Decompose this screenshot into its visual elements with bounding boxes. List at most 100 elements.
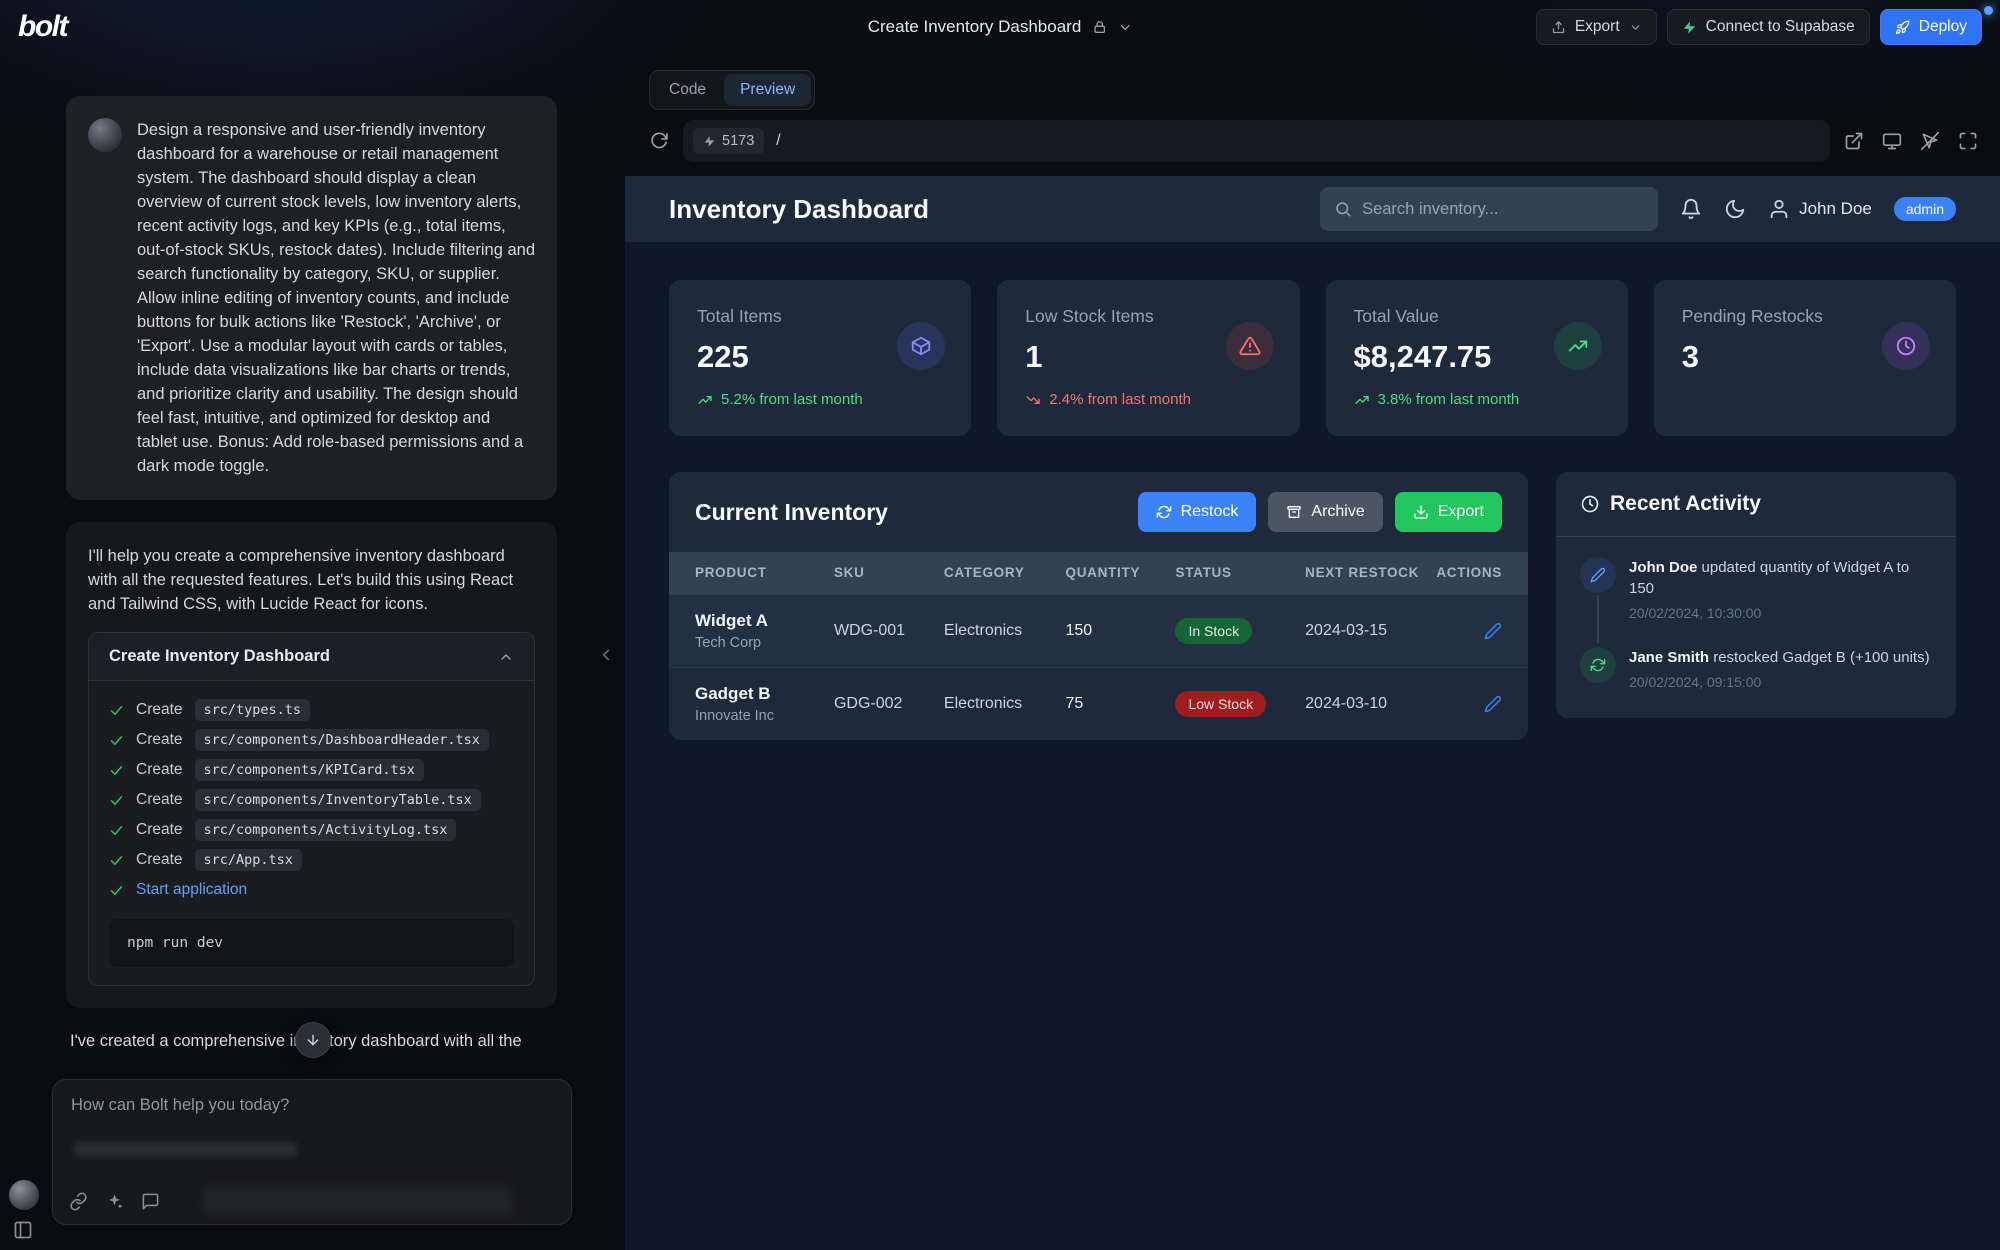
trending-down-icon — [1025, 392, 1041, 408]
status-badge: Low Stock — [1175, 691, 1266, 717]
chat-input[interactable] — [71, 1096, 553, 1138]
open-external-icon[interactable] — [1844, 131, 1864, 151]
connect-supabase-button[interactable]: Connect to Supabase — [1667, 9, 1870, 45]
dashboard-header-actions: John Doe admin — [1320, 187, 1956, 231]
step-file[interactable]: src/components/DashboardHeader.tsx — [195, 729, 489, 751]
profile-avatar[interactable] — [9, 1180, 39, 1210]
fullscreen-icon[interactable] — [1958, 131, 1978, 151]
deploy-button[interactable]: Deploy — [1880, 9, 1982, 45]
url-path: / — [776, 132, 780, 150]
artifact-card: Create Inventory Dashboard Create src/ty… — [88, 632, 535, 986]
start-application-link[interactable]: Start application — [136, 881, 247, 899]
check-icon — [109, 823, 124, 838]
export-table-button[interactable]: Export — [1395, 492, 1502, 532]
top-bar: bolt Create Inventory Dashboard Export C… — [0, 0, 2000, 54]
activity-item: John Doe updated quantity of Widget A to… — [1580, 557, 1932, 647]
tab-code[interactable]: Code — [653, 74, 722, 106]
deploy-label: Deploy — [1919, 18, 1967, 36]
table-header-row: PRODUCT SKU CATEGORY QUANTITY STATUS NEX… — [669, 552, 1528, 594]
trending-up-icon — [1354, 392, 1370, 408]
top-bar-actions: Export Connect to Supabase Deploy — [1536, 9, 1982, 45]
app-preview: Inventory Dashboard — [625, 176, 2000, 1250]
chat-input-card[interactable] — [52, 1079, 572, 1225]
attach-link-icon[interactable] — [69, 1192, 88, 1211]
package-icon — [897, 322, 945, 370]
dark-mode-toggle-icon[interactable] — [1724, 198, 1746, 220]
user-avatar — [88, 118, 122, 152]
restock-date-cell: 2024-03-10 — [1305, 695, 1432, 713]
kpi-delta: 2.4% from last month — [1025, 391, 1271, 408]
refresh-icon — [1580, 647, 1616, 683]
product-cell: Widget A Tech Corp — [695, 611, 834, 651]
collapse-chat-button[interactable] — [597, 646, 615, 664]
reload-preview-button[interactable] — [649, 131, 669, 151]
activity-body: Jane Smith restocked Gadget B (+100 unit… — [1629, 647, 1930, 690]
table-row: Gadget B Innovate Inc GDG-002 Electronic… — [669, 667, 1528, 740]
restock-button[interactable]: Restock — [1138, 492, 1257, 532]
dashboard-title: Inventory Dashboard — [669, 194, 929, 225]
edit-icon[interactable] — [1484, 622, 1502, 640]
step-action: Create — [136, 821, 183, 839]
chevron-up-icon[interactable] — [498, 649, 514, 665]
scroll-to-bottom-button[interactable] — [295, 1022, 331, 1058]
main-split: Design a responsive and user-friendly in… — [0, 54, 2000, 1250]
activity-header: Recent Activity — [1556, 472, 1956, 537]
project-title: Create Inventory Dashboard — [868, 17, 1082, 37]
sku-cell: WDG-001 — [834, 622, 944, 640]
kpi-total-items: Total Items 225 5.2% from last month — [669, 280, 971, 436]
product-cell: Gadget B Innovate Inc — [695, 684, 834, 724]
table-row: Widget A Tech Corp WDG-001 Electronics 1… — [669, 594, 1528, 667]
check-icon — [109, 853, 124, 868]
notifications-bell-icon[interactable] — [1680, 198, 1702, 220]
step-action: Create — [136, 791, 183, 809]
check-icon — [109, 703, 124, 718]
step-file[interactable]: src/components/KPICard.tsx — [195, 759, 424, 781]
chevron-down-icon — [1629, 21, 1642, 34]
chat-input-toolbar — [69, 1192, 160, 1211]
activity-timestamp: 20/02/2024, 10:30:00 — [1629, 605, 1932, 621]
column-header: SKU — [834, 564, 944, 582]
trending-up-icon — [1554, 322, 1602, 370]
artifact-header[interactable]: Create Inventory Dashboard — [89, 633, 534, 681]
project-title-menu[interactable]: Create Inventory Dashboard — [868, 17, 1133, 37]
port-number: 5173 — [722, 133, 754, 149]
kpi-label: Pending Restocks — [1682, 306, 1928, 327]
archive-button[interactable]: Archive — [1268, 492, 1382, 532]
product-name: Gadget B — [695, 684, 834, 704]
archive-label: Archive — [1311, 503, 1364, 521]
step-file[interactable]: src/App.tsx — [195, 849, 302, 871]
preview-address-row: 5173 / — [625, 110, 2000, 176]
role-badge: admin — [1894, 197, 1956, 221]
chat-panel: Design a responsive and user-friendly in… — [0, 54, 625, 1250]
inventory-search[interactable] — [1320, 187, 1658, 231]
inspector-off-icon[interactable] — [1920, 131, 1940, 151]
column-header: QUANTITY — [1066, 564, 1176, 582]
dashboard-content: Total Items 225 5.2% from last month — [625, 242, 2000, 1250]
column-header: ACTIONS — [1433, 564, 1502, 582]
chat-mode-icon[interactable] — [141, 1192, 160, 1211]
enhance-prompt-icon[interactable] — [105, 1192, 124, 1211]
step-file[interactable]: src/components/InventoryTable.tsx — [195, 789, 481, 811]
editor-tabs-row: Code Preview — [625, 54, 2000, 110]
preview-address-bar[interactable]: 5173 / — [683, 120, 1830, 162]
quantity-cell[interactable]: 150 — [1066, 622, 1176, 640]
activity-timestamp: 20/02/2024, 09:15:00 — [1629, 674, 1930, 690]
export-button[interactable]: Export — [1536, 9, 1657, 45]
device-toggle-icon[interactable] — [1882, 131, 1902, 151]
sidebar-toggle-icon[interactable] — [13, 1220, 33, 1240]
kpi-label: Total Value — [1354, 306, 1600, 327]
user-menu[interactable]: John Doe — [1768, 198, 1872, 220]
alert-triangle-icon — [1226, 322, 1274, 370]
quantity-cell[interactable]: 75 — [1066, 695, 1176, 713]
step-file[interactable]: src/components/ActivityLog.tsx — [195, 819, 457, 841]
search-input[interactable] — [1362, 200, 1644, 219]
clock-icon — [1580, 494, 1600, 514]
build-step: Create src/components/DashboardHeader.ts… — [109, 725, 514, 755]
activity-list: John Doe updated quantity of Widget A to… — [1556, 537, 1956, 718]
edit-icon[interactable] — [1484, 695, 1502, 713]
activity-title: Recent Activity — [1610, 492, 1761, 516]
step-file[interactable]: src/types.ts — [195, 699, 311, 721]
tab-preview[interactable]: Preview — [724, 74, 811, 106]
kpi-delta: 5.2% from last month — [697, 391, 943, 408]
bolt-logo[interactable]: bolt — [18, 10, 67, 44]
